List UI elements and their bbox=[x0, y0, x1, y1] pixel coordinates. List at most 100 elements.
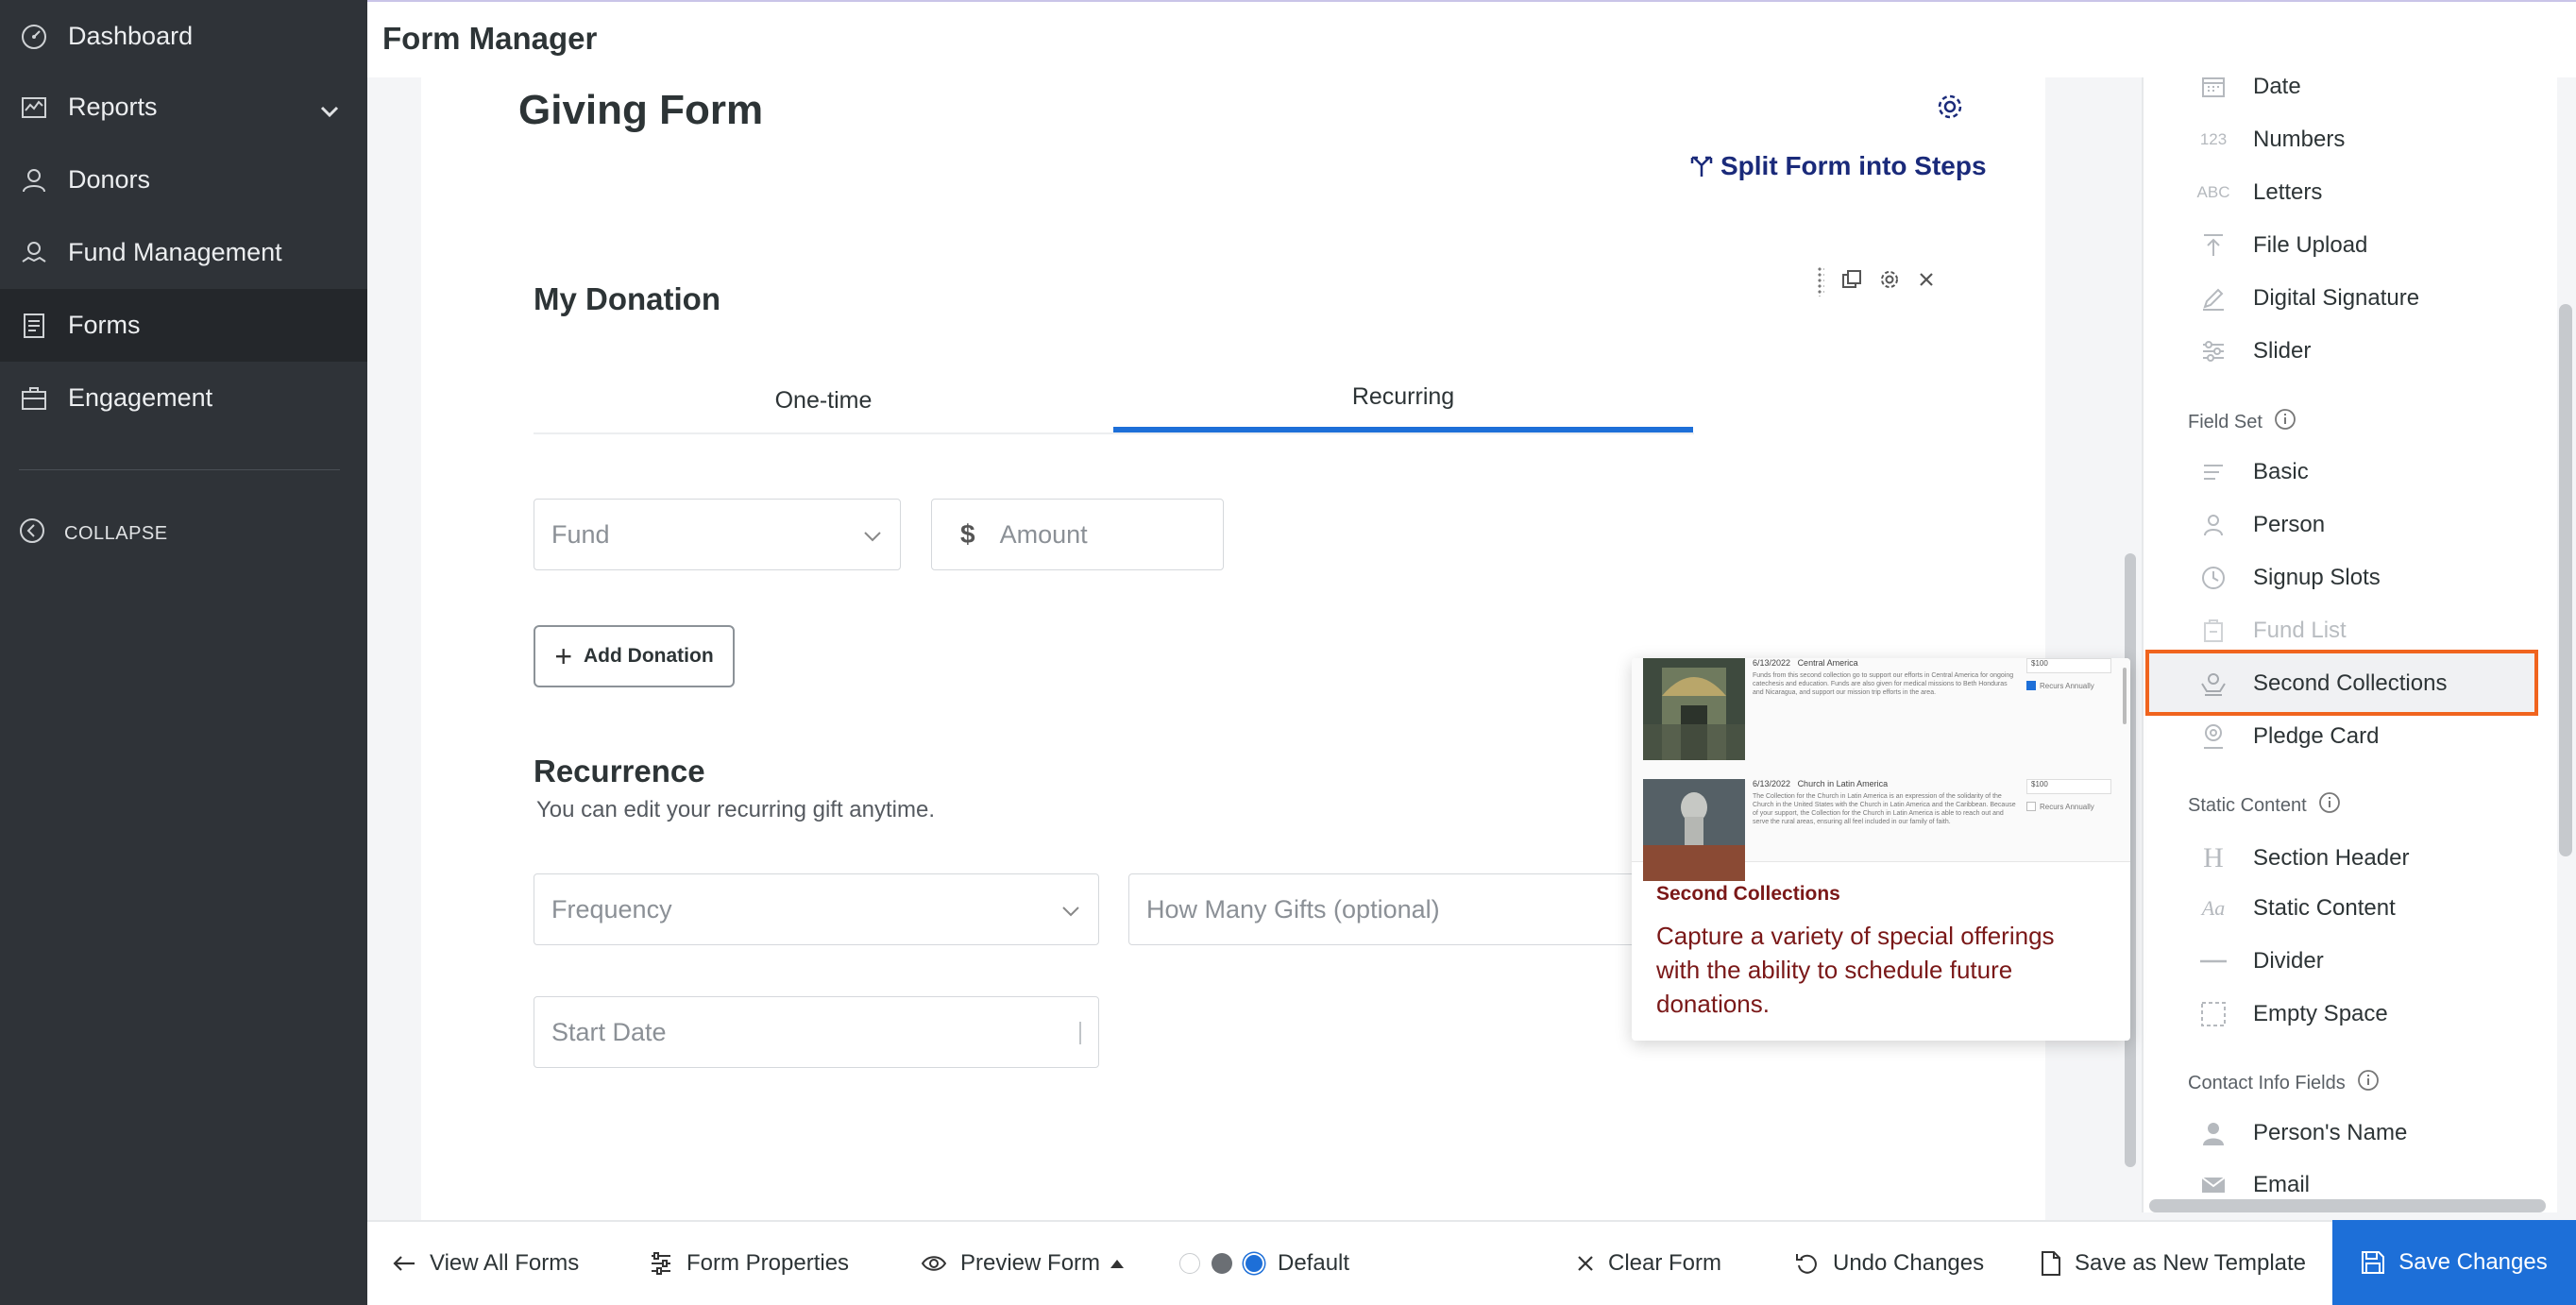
palette-horizontal-scrollbar[interactable] bbox=[2149, 1199, 2546, 1212]
palette-item-persons-name[interactable]: Person's Name bbox=[2198, 1120, 2407, 1146]
caret-up-icon bbox=[1110, 1260, 1125, 1268]
recurrence-title: Recurrence bbox=[534, 754, 705, 788]
undo-changes-button[interactable]: Undo Changes bbox=[1795, 1222, 1984, 1305]
text-cursor bbox=[1079, 1022, 1081, 1044]
theme-selector[interactable]: Default bbox=[1179, 1222, 1349, 1305]
palette-item-label: Signup Slots bbox=[2253, 565, 2381, 590]
palette-item-label: Slider bbox=[2253, 338, 2312, 364]
numbers-icon: 123 bbox=[2199, 130, 2228, 148]
preview-form-button[interactable]: Preview Form bbox=[921, 1222, 1125, 1305]
undo-icon bbox=[1796, 1254, 1817, 1274]
preview-checkbox: Recurs Annually bbox=[2026, 802, 2094, 811]
view-all-forms-button[interactable]: View All Forms bbox=[392, 1222, 579, 1305]
collections-icon bbox=[2198, 670, 2229, 697]
chevron-left-circle-icon bbox=[19, 517, 45, 550]
slider-icon bbox=[2198, 340, 2229, 363]
save-as-template-button[interactable]: Save as New Template bbox=[2041, 1222, 2306, 1305]
amount-placeholder: Amount bbox=[999, 519, 1088, 549]
statue-image bbox=[1643, 779, 1745, 881]
person-solid-icon bbox=[2198, 1121, 2229, 1145]
palette-vertical-scrollbar[interactable] bbox=[2559, 304, 2572, 856]
clock-icon bbox=[2198, 566, 2229, 590]
palette-item-divider[interactable]: Divider bbox=[2198, 948, 2324, 975]
static-content-icon: Aa bbox=[2201, 896, 2226, 920]
popover-description: Capture a variety of special offerings w… bbox=[1656, 922, 2055, 1018]
palette-item-label: Fund List bbox=[2253, 618, 2347, 643]
palette-item-label: Second Collections bbox=[2253, 670, 2448, 696]
save-changes-button[interactable]: Save Changes bbox=[2332, 1220, 2576, 1305]
preview-form-label: Preview Form bbox=[960, 1250, 1101, 1276]
theme-dot-white[interactable] bbox=[1179, 1253, 1200, 1274]
tab-recurring[interactable]: Recurring bbox=[1113, 366, 1693, 432]
palette-item-second-collections[interactable]: Second Collections bbox=[2198, 670, 2447, 697]
theme-dot-gray[interactable] bbox=[1212, 1253, 1232, 1274]
duplicate-icon[interactable] bbox=[1841, 269, 1862, 295]
contact-info-heading-label: Contact Info Fields bbox=[2188, 1072, 2346, 1093]
palette-item-signup-slots[interactable]: Signup Slots bbox=[2198, 565, 2381, 591]
church-interior-image bbox=[1643, 658, 1745, 760]
palette-item-numbers[interactable]: 123 Numbers bbox=[2198, 127, 2346, 153]
palette-item-letters[interactable]: ABC Letters bbox=[2197, 179, 2323, 206]
preview-amount: $100 bbox=[2026, 658, 2111, 673]
sidebar-item-engagement[interactable]: Engagement bbox=[0, 362, 367, 434]
info-icon[interactable] bbox=[2274, 408, 2296, 436]
sidebar-item-forms[interactable]: Forms bbox=[0, 289, 367, 362]
undo-changes-label: Undo Changes bbox=[1833, 1250, 1985, 1276]
palette-item-date[interactable]: Date bbox=[2198, 74, 2301, 100]
palette-item-basic[interactable]: Basic bbox=[2198, 459, 2309, 485]
palette-item-pledge-card[interactable]: Pledge Card bbox=[2198, 723, 2379, 750]
chevron-down-icon[interactable] bbox=[320, 95, 339, 125]
static-content-heading: Static Content bbox=[2188, 791, 2341, 820]
split-form-into-steps-link[interactable]: Split Form into Steps bbox=[1690, 151, 1987, 181]
form-settings-gear-icon[interactable] bbox=[1936, 93, 1964, 126]
sidebar-item-fund-management[interactable]: Fund Management bbox=[0, 216, 367, 289]
palette-item-digital-signature[interactable]: Digital Signature bbox=[2198, 285, 2419, 312]
palette-item-label: Letters bbox=[2253, 179, 2323, 205]
palette-item-slider[interactable]: Slider bbox=[2198, 338, 2311, 364]
start-date-input[interactable]: Start Date bbox=[534, 996, 1099, 1068]
palette-item-static-content[interactable]: Aa Static Content bbox=[2198, 895, 2396, 922]
fund-select[interactable]: Fund bbox=[534, 499, 901, 570]
upload-icon bbox=[2198, 233, 2229, 258]
clear-form-button[interactable]: Clear Form bbox=[1576, 1222, 1721, 1305]
engagement-icon bbox=[19, 383, 49, 414]
preview-date: 6/13/2022 Church in Latin America bbox=[1753, 779, 1889, 788]
sliders-icon bbox=[652, 1252, 670, 1275]
info-icon[interactable] bbox=[2318, 791, 2341, 820]
view-all-forms-label: View All Forms bbox=[430, 1250, 580, 1276]
palette-item-file-upload[interactable]: File Upload bbox=[2198, 232, 2367, 259]
palette-item-empty-space[interactable]: Empty Space bbox=[2198, 1001, 2388, 1027]
sidebar-item-label: Reports bbox=[68, 93, 158, 121]
block-settings-gear-icon[interactable] bbox=[1879, 269, 1900, 295]
palette-item-label: Divider bbox=[2253, 948, 2324, 974]
tab-one-time[interactable]: One-time bbox=[534, 366, 1113, 434]
palette-item-label: Empty Space bbox=[2253, 1001, 2388, 1026]
palette-item-email[interactable]: Email bbox=[2198, 1173, 2310, 1197]
frequency-select[interactable]: Frequency bbox=[534, 873, 1099, 945]
amount-input[interactable]: $ Amount bbox=[931, 499, 1224, 570]
checkbox-icon bbox=[2026, 681, 2036, 690]
drag-handle-icon[interactable] bbox=[1817, 266, 1824, 297]
add-donation-button[interactable]: + Add Donation bbox=[534, 625, 735, 687]
sidebar-item-reports[interactable]: Reports bbox=[0, 71, 367, 144]
collapse-button[interactable]: COLLAPSE bbox=[19, 517, 168, 550]
close-icon[interactable] bbox=[1917, 270, 1936, 294]
dashboard-icon bbox=[19, 22, 49, 52]
palette-item-section-header[interactable]: H Section Header bbox=[2198, 842, 2409, 874]
how-many-gifts-input[interactable]: How Many Gifts (optional) bbox=[1128, 873, 1694, 945]
preview-row: 6/13/2022 Church in Latin America The Co… bbox=[1643, 779, 2115, 881]
palette-item-person[interactable]: Person bbox=[2198, 512, 2325, 538]
info-icon[interactable] bbox=[2357, 1069, 2380, 1097]
sidebar-item-donors[interactable]: Donors bbox=[0, 144, 367, 216]
gifts-placeholder: How Many Gifts (optional) bbox=[1146, 894, 1440, 924]
form-title: Giving Form bbox=[518, 87, 764, 133]
sidebar-item-dashboard[interactable]: Dashboard bbox=[0, 0, 367, 73]
palette-item-label: File Upload bbox=[2253, 232, 2368, 258]
chevron-down-icon bbox=[862, 524, 883, 553]
person-icon bbox=[19, 165, 49, 195]
save-as-template-label: Save as New Template bbox=[2075, 1250, 2307, 1276]
form-properties-label: Form Properties bbox=[686, 1250, 850, 1276]
form-properties-button[interactable]: Form Properties bbox=[649, 1222, 849, 1305]
theme-dot-blue[interactable] bbox=[1246, 1255, 1263, 1272]
plus-icon: + bbox=[554, 638, 573, 673]
